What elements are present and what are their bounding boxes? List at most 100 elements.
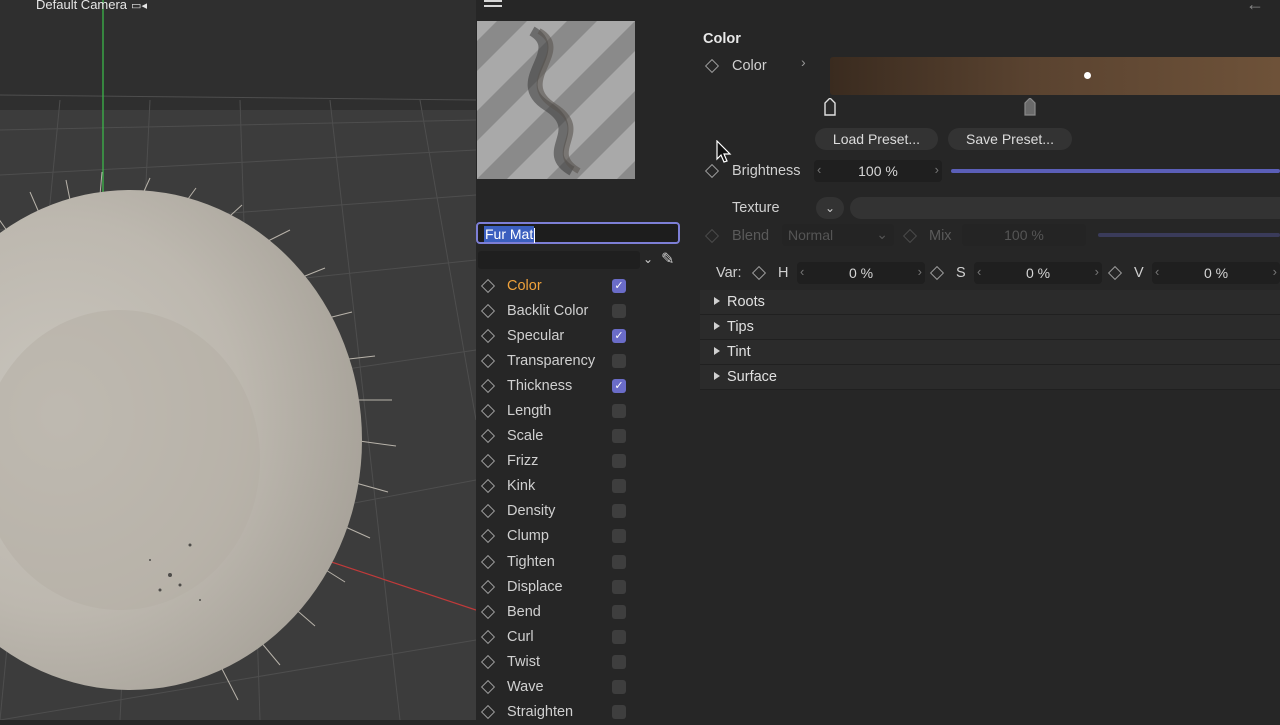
keyframe-diamond-icon[interactable] bbox=[480, 479, 496, 494]
channel-item[interactable]: Density bbox=[476, 499, 636, 524]
channel-item[interactable]: Displace bbox=[476, 574, 636, 599]
group-label: Tint bbox=[727, 344, 751, 360]
keyframe-diamond-icon[interactable] bbox=[480, 554, 496, 569]
increment-arrow-icon[interactable]: › bbox=[1273, 264, 1277, 279]
channel-item[interactable]: Length bbox=[476, 398, 636, 423]
keyframe-diamond-icon[interactable] bbox=[480, 454, 496, 469]
channel-item[interactable]: Wave bbox=[476, 675, 636, 700]
keyframe-diamond-icon[interactable] bbox=[480, 629, 496, 644]
gradient-knot-right[interactable] bbox=[1024, 98, 1036, 116]
channel-checkbox[interactable]: ✓ bbox=[612, 378, 626, 393]
material-name-input[interactable]: Fur Mat bbox=[476, 222, 680, 244]
channel-checkbox[interactable] bbox=[612, 404, 626, 419]
saturation-label: S bbox=[956, 265, 966, 281]
keyframe-diamond-icon[interactable] bbox=[480, 504, 496, 519]
increment-arrow-icon[interactable]: › bbox=[935, 162, 939, 177]
channel-item[interactable]: Tighten bbox=[476, 549, 636, 574]
hue-variation-field[interactable]: ‹ 0 % › bbox=[797, 262, 925, 284]
keyframe-diamond-icon[interactable] bbox=[480, 403, 496, 419]
expand-triangle-icon bbox=[714, 372, 720, 380]
keyframe-diamond-icon[interactable] bbox=[480, 278, 496, 293]
channel-item[interactable]: Bend bbox=[476, 599, 636, 624]
camera-icon: ▭◂ bbox=[131, 0, 147, 12]
channel-item[interactable]: Kink bbox=[476, 474, 636, 499]
keyframe-diamond-icon[interactable] bbox=[480, 604, 496, 619]
load-preset-button[interactable]: Load Preset... bbox=[815, 128, 938, 150]
brightness-value: 100 % bbox=[858, 163, 898, 179]
channel-checkbox[interactable] bbox=[612, 680, 626, 695]
channel-label: Frizz bbox=[507, 453, 539, 470]
channel-label: Backlit Color bbox=[507, 302, 589, 319]
channel-checkbox[interactable] bbox=[612, 479, 626, 494]
camera-label[interactable]: Default Camera ▭◂ bbox=[36, 0, 147, 12]
channel-item[interactable]: Color ✓ bbox=[476, 273, 636, 298]
channel-checkbox[interactable]: ✓ bbox=[612, 278, 626, 293]
keyframe-diamond-icon[interactable] bbox=[480, 303, 496, 318]
keyframe-diamond-icon[interactable] bbox=[480, 429, 496, 444]
channel-label: Tighten bbox=[507, 553, 555, 570]
chevron-down-icon[interactable]: ⌄ bbox=[643, 252, 653, 266]
channel-item[interactable]: Clump bbox=[476, 524, 636, 549]
channel-checkbox[interactable] bbox=[612, 353, 626, 368]
channel-checkbox[interactable] bbox=[612, 454, 626, 469]
keyframe-diamond-icon[interactable] bbox=[480, 579, 496, 594]
channel-checkbox[interactable] bbox=[612, 705, 626, 720]
channel-label: Length bbox=[507, 403, 552, 420]
channel-label: Straighten bbox=[507, 704, 574, 721]
save-preset-button[interactable]: Save Preset... bbox=[948, 128, 1072, 150]
keyframe-diamond-icon[interactable] bbox=[480, 378, 496, 393]
material-filter-field[interactable] bbox=[478, 251, 640, 269]
channel-item[interactable]: Straighten bbox=[476, 700, 636, 725]
increment-arrow-icon[interactable]: › bbox=[918, 264, 922, 279]
channel-checkbox[interactable] bbox=[612, 554, 626, 569]
channel-checkbox[interactable] bbox=[612, 604, 626, 619]
channel-label: Clump bbox=[507, 528, 549, 545]
color-gradient-bar[interactable] bbox=[830, 57, 1280, 95]
channel-checkbox[interactable] bbox=[612, 429, 626, 444]
keyframe-diamond-icon[interactable] bbox=[480, 679, 496, 695]
channel-checkbox[interactable] bbox=[612, 579, 626, 594]
keyframe-diamond-icon[interactable] bbox=[480, 328, 496, 343]
keyframe-diamond-icon[interactable] bbox=[480, 654, 496, 670]
channel-item[interactable]: Transparency bbox=[476, 348, 636, 373]
group-roots[interactable]: Roots bbox=[700, 290, 1280, 315]
chevron-right-icon[interactable]: › bbox=[801, 54, 806, 70]
channel-checkbox[interactable] bbox=[612, 303, 626, 318]
value-variation-field[interactable]: ‹ 0 % › bbox=[1152, 262, 1280, 284]
text-caret bbox=[534, 227, 536, 243]
brightness-field[interactable]: ‹ 100 % › bbox=[814, 160, 942, 182]
channel-checkbox[interactable] bbox=[612, 629, 626, 644]
group-tint[interactable]: Tint bbox=[700, 340, 1280, 365]
group-surface[interactable]: Surface bbox=[700, 365, 1280, 390]
channel-item[interactable]: Curl bbox=[476, 624, 636, 649]
channel-item[interactable]: Specular ✓ bbox=[476, 323, 636, 348]
brightness-slider[interactable] bbox=[951, 169, 1280, 173]
keyframe-diamond-icon[interactable] bbox=[480, 353, 496, 368]
increment-arrow-icon[interactable]: › bbox=[1095, 264, 1099, 279]
channel-item[interactable]: Backlit Color bbox=[476, 298, 636, 323]
keyframe-diamond-icon[interactable] bbox=[480, 529, 496, 544]
mix-value: 100 % bbox=[1004, 227, 1044, 243]
saturation-variation-field[interactable]: ‹ 0 % › bbox=[974, 262, 1102, 284]
channel-checkbox[interactable] bbox=[612, 654, 626, 669]
gradient-knot-left[interactable] bbox=[824, 98, 836, 116]
channel-item[interactable]: Frizz bbox=[476, 449, 636, 474]
3d-viewport[interactable]: Default Camera ▭◂ bbox=[0, 0, 476, 720]
channel-item[interactable]: Twist bbox=[476, 649, 636, 674]
texture-field[interactable] bbox=[850, 197, 1280, 219]
channel-item[interactable]: Thickness ✓ bbox=[476, 373, 636, 398]
keyframe-diamond-icon[interactable] bbox=[480, 705, 496, 720]
channel-checkbox[interactable]: ✓ bbox=[612, 328, 626, 343]
group-tips[interactable]: Tips bbox=[700, 315, 1280, 340]
eyedropper-icon[interactable]: ✎ bbox=[661, 249, 674, 269]
camera-name: Default Camera bbox=[36, 0, 128, 12]
channel-item[interactable]: Scale bbox=[476, 424, 636, 449]
mix-field: 100 % bbox=[962, 224, 1086, 246]
channel-checkbox[interactable] bbox=[612, 504, 626, 519]
back-arrow-icon[interactable]: ← bbox=[1246, 0, 1264, 15]
menu-icon[interactable] bbox=[484, 0, 502, 10]
channel-checkbox[interactable] bbox=[612, 529, 626, 544]
gradient-handle[interactable] bbox=[1084, 72, 1091, 79]
texture-dropdown-button[interactable]: ⌄ bbox=[816, 197, 844, 219]
brightness-label: Brightness bbox=[732, 163, 801, 179]
